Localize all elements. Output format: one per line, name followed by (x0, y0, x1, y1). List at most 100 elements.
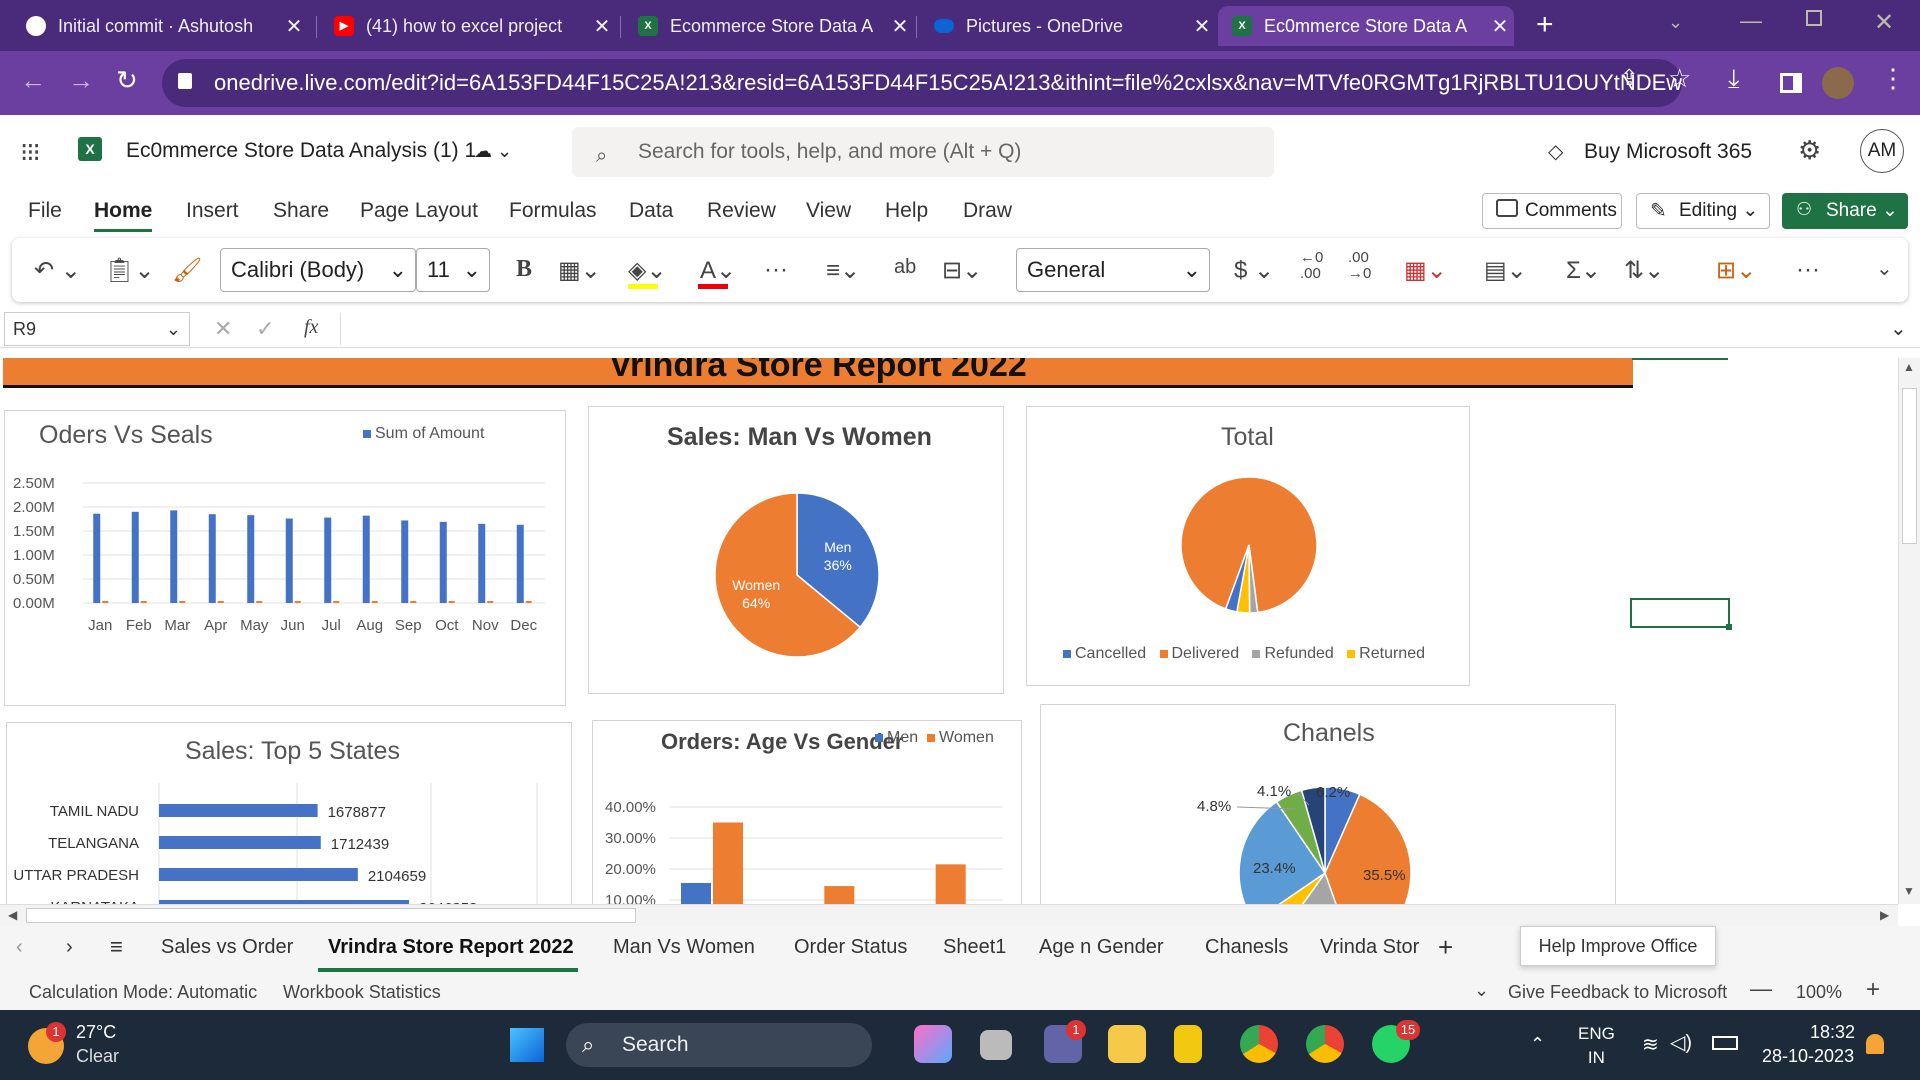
tab-home[interactable]: Home (94, 199, 152, 223)
feedback-chevron-icon[interactable]: ⌄ (1474, 980, 1489, 1001)
tab-draw[interactable]: Draw (963, 199, 1012, 223)
feedback-link[interactable]: Give Feedback to Microsoft (1508, 982, 1727, 1003)
chart-sales-gender[interactable]: Sales: Man Vs Women Men 36% Women 64% (588, 406, 1004, 694)
search-input[interactable]: Search for tools, help, and more (Alt + … (572, 127, 1274, 177)
chart-channels[interactable]: Chanels 6.2% 35.5% 23.4% 4.8% 4.1% (1040, 704, 1616, 904)
browser-tab-github[interactable]: Initial commit · Ashutosh ✕ (12, 6, 308, 46)
sidepanel-icon[interactable] (1780, 73, 1802, 93)
close-icon[interactable]: ✕ (1188, 14, 1216, 39)
number-format-select[interactable]: General ⌄ (1016, 248, 1210, 292)
name-box[interactable]: R9 ⌄ (4, 312, 190, 346)
minimize-icon[interactable]: — (1740, 8, 1762, 34)
document-title[interactable]: Ec0mmerce Store Data Analysis (1) 1 (126, 139, 476, 163)
tab-insert[interactable]: Insert (186, 199, 239, 223)
tab-help[interactable]: Help (885, 199, 928, 223)
notification-bell-icon[interactable] (1866, 1034, 1884, 1054)
currency-icon[interactable]: $ ⌄ (1234, 256, 1274, 285)
chart-order-status[interactable]: Total Cancelled Delivered Refunded Retur… (1026, 406, 1470, 686)
cancel-icon[interactable]: ✕ (214, 316, 232, 342)
task-view-icon[interactable] (980, 1030, 1012, 1060)
chrome-profile-icon[interactable] (1306, 1025, 1344, 1063)
tab-share[interactable]: Share (273, 199, 329, 223)
calc-mode[interactable]: Calculation Mode: Automatic (29, 982, 257, 1003)
increase-decimal-icon[interactable]: .00 →0 (1348, 250, 1371, 282)
insert-cells-icon[interactable]: ▤⌄ (1484, 256, 1527, 285)
tab-page-layout[interactable]: Page Layout (360, 199, 478, 223)
scroll-down-icon[interactable]: ▼ (1903, 884, 1915, 898)
file-explorer-icon[interactable] (1108, 1025, 1146, 1063)
share-page-icon[interactable]: ⇪ (1620, 65, 1638, 91)
clock-time[interactable]: 18:32 (1810, 1022, 1855, 1043)
selection-handle[interactable] (1726, 624, 1732, 630)
download-icon[interactable]: ⤓ (1728, 63, 1740, 95)
all-sheets-icon[interactable]: ≡ (110, 934, 123, 960)
account-avatar[interactable]: AM (1860, 129, 1904, 173)
close-icon[interactable]: ✕ (1486, 14, 1514, 39)
weather-condition[interactable]: Clear (76, 1046, 119, 1067)
formula-input[interactable] (340, 313, 1880, 345)
tray-chevron-icon[interactable]: ⌃ (1530, 1034, 1545, 1055)
power-bi-icon[interactable] (1174, 1025, 1202, 1063)
sheet-tab-man-vs-women[interactable]: Man Vs Women (613, 936, 755, 959)
chart-orders-vs-sales[interactable]: Oders Vs Seals Sum of Amount 2.50M 2.00M 1… (4, 410, 566, 706)
sheet-tab-age-gender[interactable]: Age n Gender (1039, 936, 1164, 959)
scroll-thumb[interactable] (1902, 388, 1917, 544)
confirm-icon[interactable]: ✓ (256, 316, 274, 342)
sheet-tab-order-status[interactable]: Order Status (794, 936, 907, 959)
sheet-tab-store-report[interactable]: Vrindra Store Report 2022 (328, 936, 574, 959)
reload-icon[interactable]: ↻ (116, 65, 138, 96)
battery-icon[interactable] (1712, 1036, 1738, 1050)
app-launcher-icon[interactable]: ⁝⁝⁝ (20, 137, 41, 168)
wifi-icon[interactable]: ≋ (1642, 1032, 1659, 1057)
volume-icon[interactable]: ◁) (1670, 1030, 1692, 1055)
chrome-icon[interactable] (1240, 1025, 1278, 1063)
restore-icon[interactable] (1806, 10, 1822, 26)
add-ins-icon[interactable]: ⊞⌄ (1716, 256, 1756, 285)
font-family-select[interactable]: Calibri (Body) ⌄ (220, 248, 416, 292)
settings-gear-icon[interactable]: ⚙ (1798, 135, 1821, 166)
scroll-up-icon[interactable]: ▲ (1903, 360, 1915, 374)
wrap-text-icon[interactable]: ab (894, 256, 916, 279)
zoom-level[interactable]: 100% (1796, 982, 1842, 1003)
url-field[interactable]: onedrive.live.com/edit?id=6A153FD44F15C2… (162, 59, 1682, 107)
browser-tab-youtube[interactable]: ▶ (41) how to excel project ✕ (320, 6, 616, 46)
borders-icon[interactable]: ▦⌄ (558, 256, 601, 285)
zoom-out-icon[interactable]: — (1750, 976, 1772, 1002)
bold-icon[interactable]: B (516, 256, 532, 283)
autosum-icon[interactable]: Σ⌄ (1566, 256, 1601, 285)
undo-icon[interactable]: ↶ ⌄ (34, 256, 81, 285)
copilot-icon[interactable] (914, 1025, 952, 1063)
browser-tab-excel-1[interactable]: X Ecommerce Store Data A ✕ (624, 6, 914, 46)
chart-top-states[interactable]: Sales: Top 5 States TAMIL NADU 1678877 TEL… (6, 722, 572, 904)
tab-search-icon[interactable]: ⌄ (1668, 12, 1683, 33)
zoom-in-icon[interactable]: + (1866, 976, 1880, 1004)
font-color-icon[interactable]: A⌄ (700, 256, 736, 285)
vertical-scrollbar[interactable]: ▲ ▼ (1898, 358, 1920, 904)
selected-cell[interactable] (1630, 598, 1730, 628)
tab-formulas[interactable]: Formulas (509, 199, 597, 223)
chart-age-gender[interactable]: Orders: Age Vs Gender Men Women 40.00% 30… (592, 720, 1022, 904)
more-options-icon[interactable]: ··· (1796, 256, 1820, 284)
prev-sheet-icon[interactable]: ‹ (16, 936, 23, 959)
sheet-tab-vrinda-store[interactable]: Vrinda Stor (1320, 936, 1424, 959)
scroll-thumb[interactable] (26, 908, 636, 923)
workbook-stats[interactable]: Workbook Statistics (283, 982, 441, 1003)
conditional-format-icon[interactable]: ▦⌄ (1404, 256, 1447, 285)
sheet-tab-sales-vs-order[interactable]: Sales vs Order (161, 936, 293, 959)
sheet-tab-sheet1[interactable]: Sheet1 (943, 936, 1006, 959)
browser-tab-onedrive[interactable]: Pictures - OneDrive ✕ (920, 6, 1216, 46)
scroll-right-icon[interactable]: ▶ (1880, 908, 1889, 922)
back-icon[interactable]: ← (20, 65, 46, 96)
bookmark-star-icon[interactable]: ☆ (1668, 63, 1691, 94)
font-size-select[interactable]: 11 ⌄ (416, 248, 490, 292)
paste-icon[interactable]: 📋︎⌄ (104, 256, 155, 285)
close-icon[interactable]: ✕ (886, 14, 914, 39)
close-window-icon[interactable]: ✕ (1874, 8, 1894, 37)
more-font-icon[interactable]: ··· (764, 256, 788, 284)
saved-status-icon[interactable]: ☁ ⌄ (474, 141, 512, 162)
close-icon[interactable]: ✕ (588, 14, 616, 39)
clock-date[interactable]: 28-10-2023 (1762, 1046, 1854, 1067)
forward-icon[interactable]: → (68, 65, 94, 96)
profile-avatar[interactable] (1822, 67, 1854, 99)
align-icon[interactable]: ≡⌄ (826, 256, 860, 285)
